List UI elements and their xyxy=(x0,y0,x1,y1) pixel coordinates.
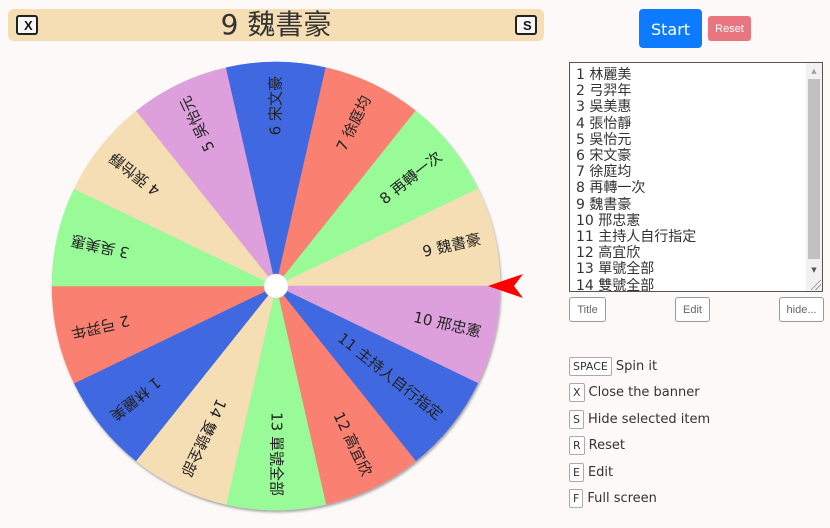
shortcut-row: R Reset xyxy=(569,433,710,460)
shortcut-row: F Full screen xyxy=(569,486,710,513)
shortcut-key: SPACE xyxy=(569,356,612,376)
keyboard-shortcuts: SPACE Spin it X Close the banner S Hide selec… xyxy=(569,353,710,512)
shortcut-label: Edit xyxy=(587,464,614,480)
shortcut-label: Close the banner xyxy=(588,385,700,401)
hide-menu-button[interactable]: hide... xyxy=(779,297,824,322)
wheel-hub[interactable] xyxy=(263,273,289,299)
spin-wheel[interactable]: 1 林麗美2 弓羿年3 吳美惠4 張怡靜5 吳怡元 6 宋文豪 7 徐庭均8 再轉一… xyxy=(0,0,540,528)
shortcut-label: Hide selected item xyxy=(587,411,711,427)
start-button[interactable]: Start xyxy=(639,9,702,48)
scroll-thumb[interactable] xyxy=(808,79,820,259)
list-item: 6 宋文豪 xyxy=(576,148,632,165)
shortcut-row: E Edit xyxy=(569,459,710,486)
shortcut-row: X Close the banner xyxy=(569,380,710,407)
shortcut-key: F xyxy=(569,489,584,509)
shortcut-label: Full screen xyxy=(587,491,657,507)
list-scrollbar[interactable]: ▲ ▼ xyxy=(806,63,822,291)
list-item: 5 吳怡元 xyxy=(576,131,632,148)
list-item: 4 張怡靜 xyxy=(576,115,632,132)
reset-button[interactable]: Reset xyxy=(708,16,751,41)
list-item: 8 再轉一次 xyxy=(576,180,646,197)
items-list: 1 林麗美 2 弓羿年 3 吳美惠 4 張怡靜 5 吳怡元 6 宋文豪 7 徐庭均 8 再轉一… xyxy=(576,67,697,292)
shortcut-label: Spin it xyxy=(615,358,658,374)
scroll-up-arrow-icon[interactable]: ▲ xyxy=(806,64,822,78)
scroll-down-arrow-icon[interactable]: ▼ xyxy=(806,263,822,277)
list-item: 11 主持人自行指定 xyxy=(576,229,697,246)
shortcut-key: R xyxy=(569,436,585,456)
list-item: 13 單號全部 xyxy=(576,261,655,278)
items-textarea[interactable]: 1 林麗美 2 弓羿年 3 吳美惠 4 張怡靜 5 吳怡元 6 宋文豪 7 徐庭均 8 再轉一… xyxy=(569,62,823,292)
list-item: 9 魏書豪 xyxy=(576,196,632,213)
shortcut-key: X xyxy=(569,383,585,403)
shortcut-row: S Hide selected item xyxy=(569,406,710,433)
resize-grip-icon[interactable] xyxy=(811,280,821,290)
list-item: 12 高宜欣 xyxy=(576,245,641,262)
list-item: 1 林麗美 xyxy=(576,67,632,83)
wheel-segment-label: 13 單號全部 xyxy=(268,412,286,496)
list-item: 7 徐庭均 xyxy=(576,164,632,181)
wheel-segment-label: 6 宋文豪 xyxy=(267,76,285,135)
list-item: 14 雙號全部 xyxy=(576,277,655,292)
list-item: 10 邢忠憲 xyxy=(576,212,641,229)
shortcut-key: S xyxy=(569,409,584,429)
shortcut-label: Reset xyxy=(588,438,625,454)
shortcut-row: SPACE Spin it xyxy=(569,353,710,380)
list-item: 2 弓羿年 xyxy=(576,83,632,100)
list-item: 3 吳美惠 xyxy=(576,99,632,116)
shortcut-key: E xyxy=(569,462,584,482)
edit-button[interactable]: Edit xyxy=(675,297,710,322)
title-button[interactable]: Title xyxy=(569,297,606,322)
